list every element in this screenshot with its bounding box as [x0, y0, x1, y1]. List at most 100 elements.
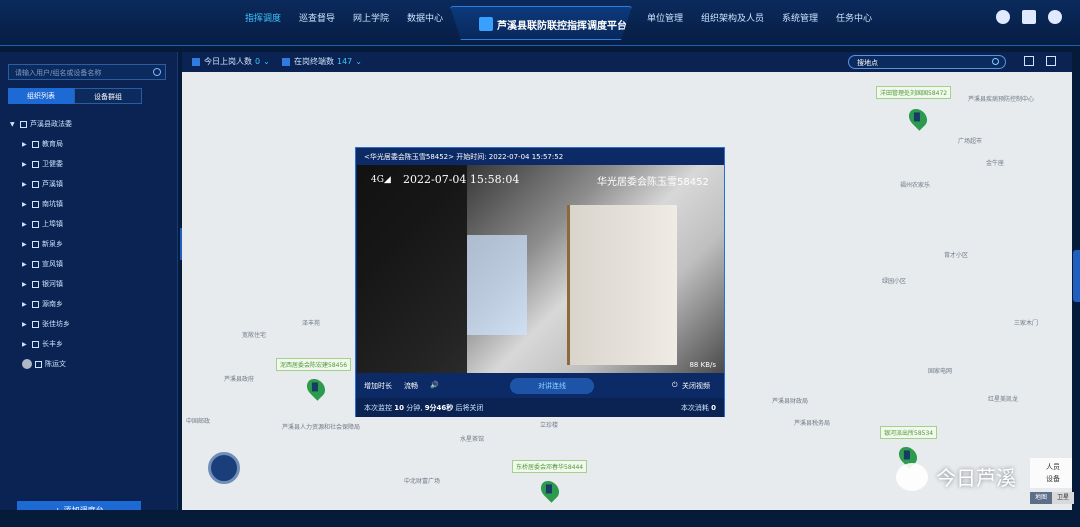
online-count-toggle[interactable]: 今日上岗人数 0 ⌄	[192, 56, 270, 67]
status-right-value: 0	[711, 404, 716, 412]
tab-device-groups[interactable]: 设备群组	[74, 88, 142, 104]
expand-right-icon[interactable]: ▶	[22, 201, 32, 208]
power-icon[interactable]: ⏻	[672, 381, 678, 390]
map-marker-pin-icon[interactable]	[303, 375, 329, 401]
tree-checkbox[interactable]	[32, 140, 39, 148]
tree-checkbox[interactable]	[32, 280, 39, 288]
nav-item-tasks[interactable]: 任务中心	[827, 11, 881, 24]
expand-right-icon[interactable]: ▶	[22, 321, 32, 328]
expand-right-icon[interactable]: ▶	[22, 301, 32, 308]
quality-button[interactable]: 流畅	[404, 381, 418, 391]
tree-item[interactable]: ▶ 源南乡	[10, 294, 170, 314]
tree-item[interactable]: ▶ 张佳坊乡	[10, 314, 170, 334]
tree-item[interactable]: ▶ 长丰乡	[10, 334, 170, 354]
tree-item[interactable]: ▶ 教育局	[10, 134, 170, 154]
expand-down-icon[interactable]: ▼	[10, 121, 20, 128]
map-marker-label[interactable]: 银河派出所58534	[880, 426, 938, 439]
status-suffix: 后将关闭	[455, 404, 484, 412]
nav-item-patrol[interactable]: 巡查督导	[290, 11, 344, 24]
volume-icon[interactable]: 🔊	[430, 381, 439, 389]
checkbox-checked-icon[interactable]	[282, 57, 290, 66]
map-marker-label[interactable]: 东桥居委会邓春华58444	[512, 460, 588, 473]
tree-checkbox[interactable]	[32, 320, 39, 328]
status-mid: 分钟,	[406, 404, 423, 412]
help-icon[interactable]	[996, 10, 1010, 24]
tree-item-label: 源南乡	[42, 300, 63, 308]
tree-item-label: 银河镇	[42, 280, 63, 288]
tree-checkbox[interactable]	[20, 120, 27, 128]
extend-duration-button[interactable]: 增加时长	[364, 381, 392, 391]
terminal-count-toggle[interactable]: 在岗终端数 147 ⌄	[282, 56, 362, 67]
video-stream[interactable]: 4G◢ 2022-07-04 15:58:04 华光居委会陈玉雪58452 88…	[357, 165, 724, 373]
chevron-down-icon[interactable]: ⌄	[355, 57, 362, 66]
map-label: 育才小区	[944, 252, 969, 259]
tree-item[interactable]: ▶ 芦溪镇	[10, 174, 170, 194]
video-scene-window	[467, 235, 527, 335]
user-avatar-icon[interactable]	[1048, 10, 1062, 24]
map-label: 水星茶馆	[460, 436, 485, 443]
tree-checkbox[interactable]	[32, 180, 39, 188]
nav-item-data[interactable]: 数据中心	[398, 11, 452, 24]
expand-right-icon[interactable]: ▶	[22, 241, 32, 248]
map-type-satellite[interactable]: 卫星	[1052, 492, 1074, 504]
nav-item-system[interactable]: 系统管理	[773, 11, 827, 24]
expand-right-icon[interactable]: ▶	[22, 261, 32, 268]
search-icon[interactable]	[153, 68, 161, 76]
tree-checkbox[interactable]	[32, 240, 39, 248]
cursor-tool-icon[interactable]	[1024, 56, 1034, 66]
nav-item-academy[interactable]: 网上学院	[344, 11, 398, 24]
nav-item-org[interactable]: 组织架构及人员	[692, 11, 773, 24]
map-type-map[interactable]: 地图	[1030, 492, 1052, 504]
tree-root[interactable]: ▼ 芦溪县政法委	[10, 114, 170, 134]
status-right-label: 本次消耗	[680, 404, 709, 412]
tree-user-label: 陈运文	[45, 360, 66, 368]
message-icon[interactable]	[1022, 10, 1036, 24]
top-navbar: 指挥调度 巡查督导 网上学院 数据中心 芦溪县联防联控指挥调度平台 单位管理 组…	[0, 0, 1080, 46]
video-scene-shadow	[357, 165, 467, 373]
tree-checkbox[interactable]	[32, 220, 39, 228]
tree-checkbox[interactable]	[32, 200, 39, 208]
locate-button[interactable]	[208, 452, 240, 484]
tree-item[interactable]: ▶ 宣风镇	[10, 254, 170, 274]
tree-item[interactable]: ▶ 新泉乡	[10, 234, 170, 254]
tree-checkbox[interactable]	[35, 360, 42, 368]
close-video-button[interactable]: 关闭视频	[682, 381, 710, 391]
tree-item-label: 张佳坊乡	[42, 320, 70, 328]
nav-item-command[interactable]: 指挥调度	[236, 11, 290, 24]
expand-right-icon[interactable]: ▶	[22, 181, 32, 188]
chevron-down-icon[interactable]: ⌄	[263, 57, 270, 66]
expand-right-icon[interactable]: ▶	[22, 141, 32, 148]
map-search-input[interactable]: 搜地点	[848, 55, 1006, 69]
tree-user[interactable]: 陈运文	[10, 354, 170, 374]
tree-checkbox[interactable]	[32, 260, 39, 268]
legend-devices: 设备	[1046, 475, 1060, 483]
tree-item[interactable]: ▶ 南坑镇	[10, 194, 170, 214]
map-marker-label[interactable]: 洋田管理处刘国国58472	[876, 86, 952, 99]
expand-right-icon[interactable]: ▶	[22, 341, 32, 348]
expand-right-icon[interactable]: ▶	[22, 281, 32, 288]
expand-right-icon[interactable]: ▶	[22, 161, 32, 168]
intercom-button[interactable]: 对讲连线	[510, 378, 594, 394]
nav-right: 单位管理 组织架构及人员 系统管理 任务中心	[638, 11, 881, 24]
map-marker-pin-icon[interactable]	[905, 105, 931, 131]
map-marker-label[interactable]: 泥西居委会陈宏建58456	[276, 358, 352, 371]
tree-item[interactable]: ▶ 上埠镇	[10, 214, 170, 234]
fullscreen-icon[interactable]	[1046, 56, 1056, 66]
search-icon[interactable]	[992, 58, 999, 65]
right-panel-handle[interactable]	[1073, 250, 1080, 302]
nav-item-units[interactable]: 单位管理	[638, 11, 692, 24]
tab-org-list[interactable]: 组织列表	[8, 88, 74, 104]
checkbox-checked-icon[interactable]	[192, 57, 200, 66]
tree-checkbox[interactable]	[32, 160, 39, 168]
expand-right-icon[interactable]: ▶	[22, 221, 32, 228]
tree-item[interactable]: ▶ 银河镇	[10, 274, 170, 294]
tree-item-label: 南坑镇	[42, 200, 63, 208]
tree-item[interactable]: ▶ 卫健委	[10, 154, 170, 174]
sidebar-search-input[interactable]: 请输入用户/组名或设备名称	[8, 64, 166, 80]
status-minutes: 10	[394, 404, 404, 412]
tree-checkbox[interactable]	[32, 340, 39, 348]
map-label: 福州农家乐	[900, 182, 931, 189]
tree-item-label: 宣风镇	[42, 260, 63, 268]
tree-checkbox[interactable]	[32, 300, 39, 308]
map-marker-pin-icon[interactable]	[537, 477, 563, 503]
